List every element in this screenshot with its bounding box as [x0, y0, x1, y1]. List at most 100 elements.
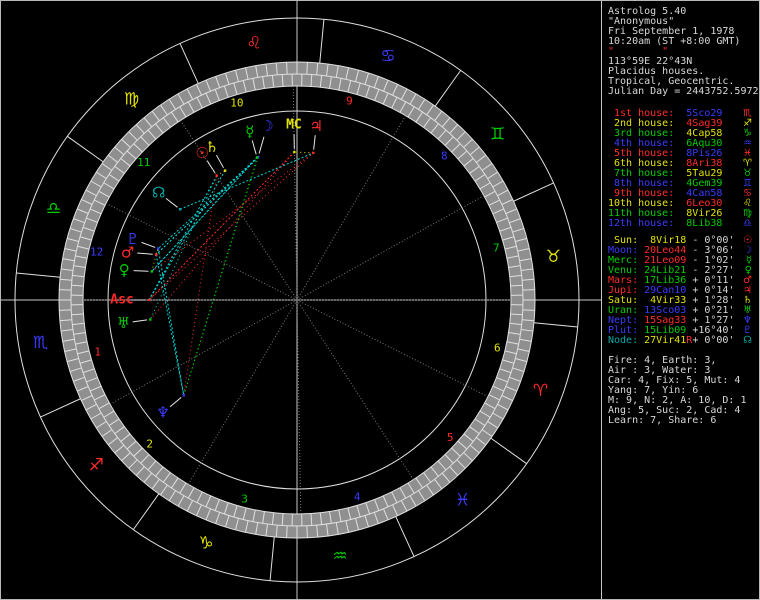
- planet-glyph-uran: ♅: [117, 314, 130, 332]
- planet-dot-venu: [150, 270, 153, 273]
- aspect-line-asc-jupi: [148, 152, 314, 301]
- degree-tick: [286, 525, 288, 538]
- planet-pointer-venu: [133, 270, 149, 272]
- sign-glyph-pisces: ♓: [455, 491, 470, 511]
- element-tally-table: Fire: 4, Earth: 3, Air : 3, Water: 3 Car: …: [608, 356, 746, 426]
- planet-position-table: Sun: 8Vir18 - 0°00' ☉ Moon: 20Leo44 - 3°06…: [608, 236, 756, 346]
- planet-label: Node:: [608, 335, 639, 346]
- house-number-12: 12: [90, 246, 103, 259]
- planet-dot-jupi: [312, 151, 315, 155]
- house-number-5: 5: [447, 431, 454, 444]
- sign-glyph-gemini: ♊: [490, 125, 505, 145]
- planet-pointer-moon: [258, 136, 265, 154]
- house-cusp-spoke: [109, 299, 298, 405]
- house-number-2: 2: [146, 437, 153, 450]
- house-label: 12th house:: [608, 218, 675, 229]
- planet-dot-satu: [223, 169, 227, 172]
- planet-pointer-satu: [216, 154, 224, 169]
- house-number-6: 6: [494, 341, 501, 354]
- degree-tick: [522, 309, 535, 311]
- house-number-1: 1: [94, 345, 101, 358]
- planet-pointer-mars: [137, 252, 153, 255]
- house-cusp-spoke: [296, 195, 485, 301]
- degree-tick: [306, 525, 308, 538]
- planet-icon: ☊: [743, 335, 752, 346]
- aspect-line-sun-satu: [216, 170, 226, 177]
- house-number-4: 4: [354, 491, 361, 504]
- planet-glyph-jupi: ♃: [310, 117, 323, 135]
- house-number-10: 10: [230, 96, 243, 109]
- sidebar-separator: [601, 1, 602, 599]
- planet-pointer-sun: [206, 160, 216, 174]
- degree-tick: [286, 62, 288, 75]
- sign-divider: [319, 19, 325, 64]
- planet-glyph-satu: ♄: [205, 138, 218, 156]
- info-sidebar: Astrolog 5.40 "Anonymous" Fri September 1,…: [608, 1, 759, 599]
- zodiac-sign-icon: ♎: [743, 218, 752, 229]
- angle-label-asc: Asc: [110, 293, 133, 308]
- planet-glyph-nept: ♆: [156, 404, 169, 422]
- planet-dot-mars: [154, 253, 158, 256]
- planet-row: Node: 27Vir41R+ 0°00' ☊: [608, 336, 756, 346]
- aspect-line-mars-nept: [155, 254, 185, 396]
- house-row: 12th house: 8Lib38 ♎: [608, 219, 756, 229]
- planet-glyph-venu: ♀: [119, 261, 130, 279]
- sign-divider: [269, 536, 275, 581]
- sign-divider: [40, 398, 81, 418]
- aspect-line-moon-plut: [157, 156, 259, 249]
- planet-dot-sun: [215, 174, 218, 177]
- planet-pointer-merc: [251, 140, 257, 155]
- sign-divider: [533, 322, 578, 328]
- house-number-3: 3: [241, 493, 248, 506]
- sign-divider: [434, 70, 462, 107]
- planet-dot-merc: [255, 156, 259, 159]
- planet-dot-uran: [149, 318, 152, 321]
- planet-glyph-moon: ☽: [260, 117, 273, 135]
- tally-line: Learn: 7, Share: 6: [608, 415, 717, 426]
- sign-divider: [490, 437, 527, 465]
- house-cusp-spoke: [296, 299, 414, 480]
- house-cusp-spoke: [296, 299, 489, 398]
- sign-glyph-aries: ♈: [533, 381, 548, 401]
- house-cusp-spoke: [296, 299, 302, 514]
- planet-velocity: + 0°00': [692, 335, 735, 346]
- house-cusp-table: 1st house: 5Sco29 ♏ 2nd house: 4Sag39 ♐ 3r…: [608, 109, 756, 229]
- degree-tick: [522, 289, 535, 291]
- sign-glyph-leo: ♌: [246, 34, 261, 54]
- angle-label-mc: MC: [286, 118, 302, 133]
- planet-pointer-plut: [141, 241, 156, 248]
- planet-position-value: 27Vir41: [638, 335, 687, 346]
- aspect-line-mc-asc: [148, 151, 295, 301]
- sign-divider: [16, 272, 61, 278]
- chart-header: Astrolog 5.40 "Anonymous" Fri September 1,…: [608, 7, 759, 97]
- house-number-9: 9: [346, 94, 353, 107]
- sign-glyph-aquarius: ♒: [332, 546, 347, 566]
- house-number-11: 11: [137, 156, 150, 169]
- house-number-8: 8: [441, 150, 448, 163]
- sign-divider: [132, 493, 160, 530]
- sign-divider: [513, 182, 554, 202]
- sign-divider: [395, 516, 415, 557]
- sign-glyph-taurus: ♉: [546, 247, 561, 267]
- sign-glyph-libra: ♎: [46, 199, 61, 219]
- planet-dot-node: [178, 208, 182, 211]
- degree-tick: [59, 289, 72, 291]
- planet-pointer-nept: [169, 396, 182, 408]
- planet-glyph-node: ☊: [152, 184, 165, 202]
- house-cusp-spoke: [187, 299, 298, 485]
- degree-tick: [59, 309, 72, 311]
- planet-glyph-merc: ☿: [245, 123, 254, 141]
- planet-dot-asc: [147, 298, 151, 302]
- sign-divider: [67, 135, 104, 163]
- sign-glyph-sagittarius: ♐: [89, 455, 104, 475]
- planet-pointer-jupi: [313, 135, 316, 150]
- planet-glyph-plut: ♇: [126, 230, 139, 248]
- header-line: Julian Day = 2443752.5972: [608, 86, 759, 97]
- house-cusp-value: 8Lib38: [674, 218, 723, 229]
- aspect-line-sun-nept: [183, 175, 218, 396]
- chart-wheel: ♈♉♊♋♌♍♎♏♐♑♒♓123 456789101112☉☽☿♀♂♃♄♅♆♇☊MC…: [1, 1, 602, 599]
- astrolog-window: ♈ ♉ ♊ ♋ ♌ ♍ ♎ ♏ ♐ ♑ ♒ ♓ 1 2 3 4 5 6 7 8 9 10 11 12 ☉ ☽ ☿ ♀ ♂ ♃ ♄ ♅ ♆ ♇ ☊ MC…: [0, 0, 760, 600]
- sign-glyph-capricorn: ♑: [198, 534, 213, 554]
- sign-divider: [179, 43, 199, 84]
- sign-glyph-scorpio: ♏: [33, 333, 48, 353]
